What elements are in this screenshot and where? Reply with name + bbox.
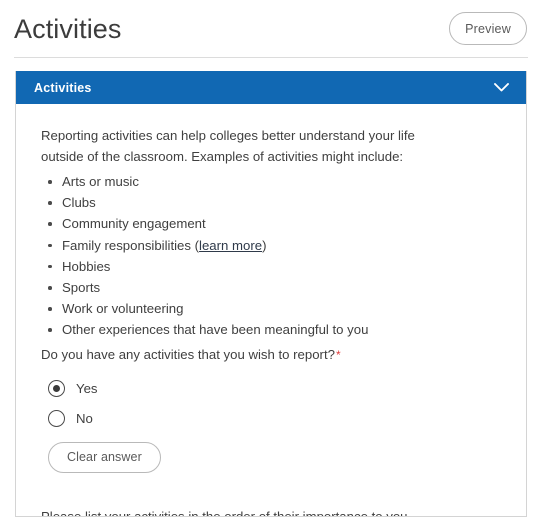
activity-example-item: Community engagement xyxy=(41,213,501,234)
page-header: Activities Preview xyxy=(0,0,542,57)
radio-option-no[interactable]: No xyxy=(41,404,501,434)
activity-example-label: Community engagement xyxy=(62,216,206,232)
activity-example-item: Arts or music xyxy=(41,171,501,192)
activity-example-item: Sports xyxy=(41,277,501,298)
activity-example-suffix: ) xyxy=(262,237,267,253)
radio-unselected-icon[interactable] xyxy=(48,410,65,428)
clear-answer-button[interactable]: Clear answer xyxy=(48,441,161,473)
activity-example-label: Clubs xyxy=(62,195,96,211)
activity-example-item: Family responsibilities (learn more) xyxy=(41,235,501,256)
activity-example-label: Hobbies xyxy=(62,258,111,274)
question-text: Do you have any activities that you wish… xyxy=(41,346,335,362)
activity-example-label: Family responsibilities ( xyxy=(62,237,200,253)
activity-example-label: Arts or music xyxy=(62,174,139,189)
activity-example-item: Other experiences that have been meaning… xyxy=(41,319,501,340)
header-divider xyxy=(14,57,528,58)
activity-example-label: Work or volunteering xyxy=(62,301,184,317)
card-header-title: Activities xyxy=(34,80,92,95)
radio-selected-icon[interactable] xyxy=(48,380,65,398)
activity-example-item: Clubs xyxy=(41,192,501,213)
radio-option-label: No xyxy=(76,411,93,427)
radio-option-yes[interactable]: Yes xyxy=(41,374,501,404)
footer-note: Please list your activities in the order… xyxy=(41,508,412,517)
activity-example-item: Work or volunteering xyxy=(41,298,501,319)
learn-more-link[interactable]: learn more xyxy=(199,238,262,253)
activity-example-label: Sports xyxy=(62,280,101,296)
radio-option-label: Yes xyxy=(76,381,98,397)
activity-example-item: Hobbies xyxy=(41,256,501,277)
activities-card-body: Reporting activities can help colleges b… xyxy=(16,104,526,517)
activities-card: Activities Reporting activities can help… xyxy=(15,71,527,517)
intro-paragraph: Reporting activities can help colleges b… xyxy=(41,128,415,164)
page-title: Activities xyxy=(14,13,122,44)
activity-examples-list: Arts or music Clubs Community engagement Fa… xyxy=(41,171,501,341)
required-asterisk: * xyxy=(335,347,341,362)
preview-button[interactable]: Preview xyxy=(449,12,527,45)
chevron-down-icon[interactable] xyxy=(494,83,509,92)
question-label: Do you have any activities that you wish… xyxy=(41,344,501,366)
activities-card-header[interactable]: Activities xyxy=(16,71,526,104)
report-activities-radio-group: Yes No xyxy=(41,374,501,434)
activity-example-label: Other experiences that have been meaning… xyxy=(62,322,369,338)
